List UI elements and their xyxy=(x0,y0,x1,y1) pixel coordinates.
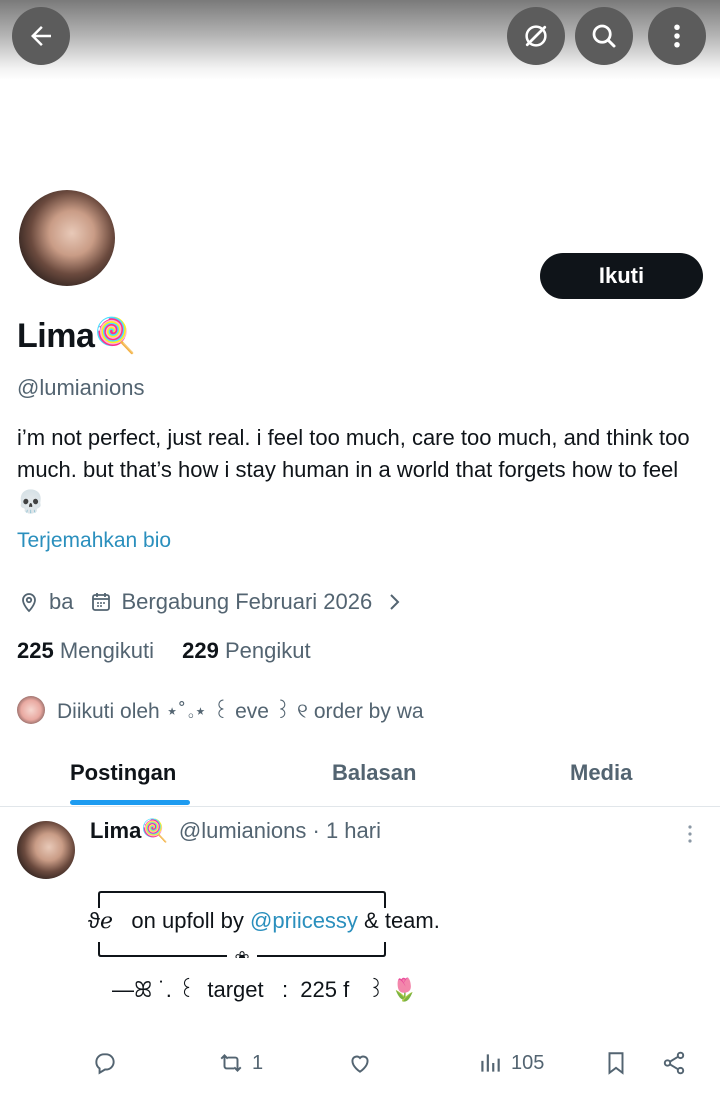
more-vertical-icon xyxy=(674,24,680,48)
followers-label: Pengikut xyxy=(224,638,311,663)
bookmark-icon xyxy=(608,1052,624,1075)
heart-icon xyxy=(351,1055,369,1073)
profile-handle: @lumianions xyxy=(17,375,145,400)
followed-by-text: Diikuti oleh ⋆˚｡⋆ ꒰ eve ꒱ ୧ order by wa xyxy=(57,700,424,723)
reply-button[interactable] xyxy=(92,1050,118,1076)
back-button[interactable] xyxy=(12,7,70,65)
grok-button[interactable] xyxy=(507,7,565,65)
following-link[interactable]: 225 Mengikuti xyxy=(17,638,154,663)
profile-bio: i’m not perfect, just real. i feel too m… xyxy=(17,425,690,514)
views-button[interactable]: 105 xyxy=(477,1050,544,1076)
follow-button[interactable]: Ikuti xyxy=(540,253,703,299)
retweet-count: 1 xyxy=(252,1051,264,1074)
translate-bio-link[interactable]: Terjemahkan bio xyxy=(17,529,171,553)
following-label: Mengikuti xyxy=(59,638,154,663)
post-line1-prefix: ϑℯ on upfoll by xyxy=(88,908,251,933)
post-text-line1: ϑℯ on upfoll by @priicessy & team. xyxy=(88,908,440,934)
bookmark-button[interactable] xyxy=(603,1050,629,1076)
joined-text: Bergabung Februari 2026 xyxy=(121,589,373,614)
post-line1-suffix: & team. xyxy=(357,908,440,933)
active-tab-indicator xyxy=(70,800,190,805)
calendar-icon xyxy=(92,593,111,611)
tab-postingan[interactable]: Postingan xyxy=(70,760,176,786)
retweet-button[interactable]: 1 xyxy=(218,1050,263,1076)
retweet-icon xyxy=(220,1054,242,1072)
post-actions: 1 105 xyxy=(0,1044,720,1088)
post-avatar[interactable] xyxy=(17,821,75,879)
post-time: · 1 hari xyxy=(312,818,381,843)
followers-count: 229 xyxy=(182,638,219,663)
display-name: Lima🍭 xyxy=(17,316,137,356)
like-button[interactable] xyxy=(347,1050,373,1076)
location-icon xyxy=(22,593,36,613)
post-mention-link[interactable]: @priicessy xyxy=(250,908,358,933)
svg-text:❀: ❀ xyxy=(234,948,249,958)
chevron-right-icon[interactable] xyxy=(382,590,406,614)
location-text: ba xyxy=(49,589,74,614)
views-count: 105 xyxy=(511,1051,545,1074)
reply-icon xyxy=(95,1053,115,1075)
search-icon xyxy=(592,24,616,48)
search-button[interactable] xyxy=(575,7,633,65)
share-button[interactable] xyxy=(661,1050,687,1076)
profile-tabs: Postingan Balasan Media xyxy=(0,752,720,807)
share-icon xyxy=(663,1051,685,1075)
follower-avatar xyxy=(17,696,45,724)
followers-link[interactable]: 229 Pengikut xyxy=(182,638,310,663)
follow-stats: 225 Mengikuti 229 Pengikut xyxy=(17,638,311,664)
post-handle[interactable]: @lumianions xyxy=(179,818,307,843)
post-header: Lima🍭 @lumianions · 1 hari xyxy=(90,818,381,844)
views-icon xyxy=(481,1054,500,1072)
post-more-icon[interactable] xyxy=(682,822,698,846)
profile-avatar[interactable] xyxy=(17,188,117,288)
post-author-emoji: 🍭 xyxy=(141,818,169,843)
tab-media[interactable]: Media xyxy=(570,760,632,786)
profile-meta: ba Bergabung Februari 2026 xyxy=(17,589,406,615)
post-text-line2: —ꕤ ˙. ꒰ target : 225 f ꒱ 🌷 xyxy=(112,977,419,1002)
post-author[interactable]: Lima xyxy=(90,818,141,843)
display-name-text: Lima xyxy=(17,317,95,355)
followed-by-row[interactable]: Diikuti oleh ⋆˚｡⋆ ꒰ eve ꒱ ୧ order by wa xyxy=(17,696,424,724)
display-name-emoji: 🍭 xyxy=(94,317,137,355)
following-count: 225 xyxy=(17,638,54,663)
arrow-left-icon xyxy=(31,26,51,46)
more-button[interactable] xyxy=(648,7,706,65)
tab-balasan[interactable]: Balasan xyxy=(332,760,416,786)
grok-icon xyxy=(525,25,547,47)
